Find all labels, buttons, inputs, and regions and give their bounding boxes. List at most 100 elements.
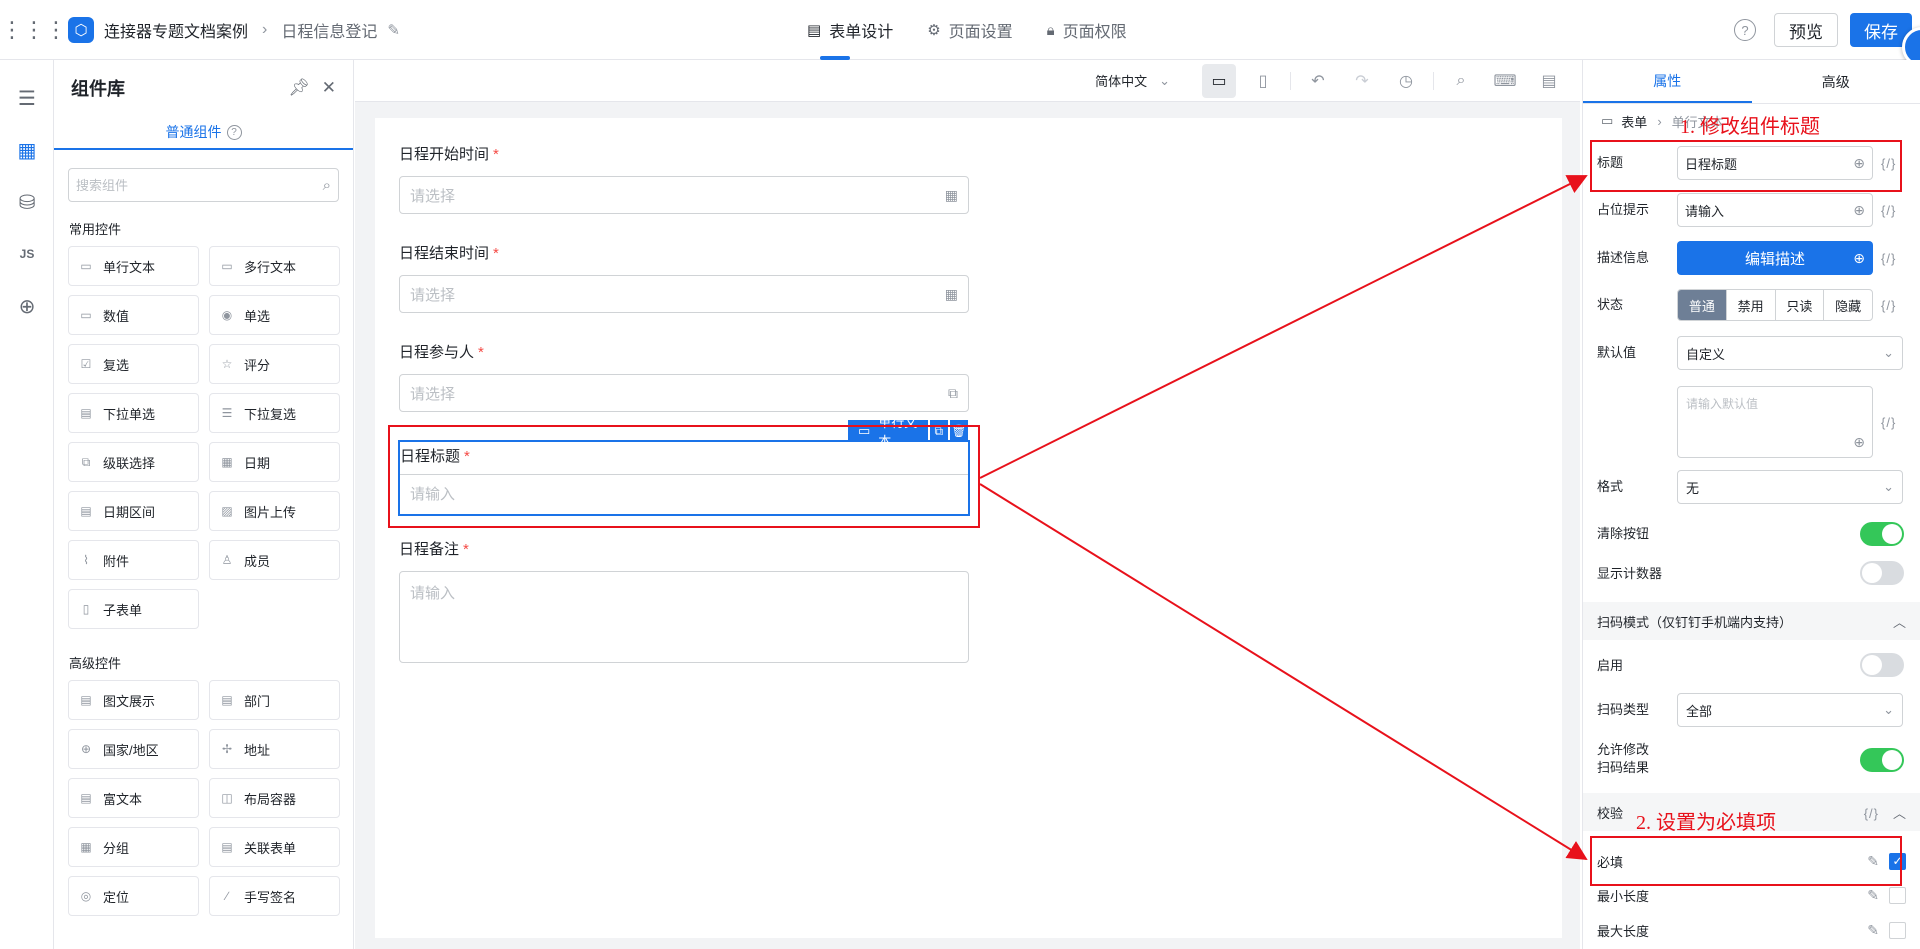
preview-button[interactable]: 预览 [1774,13,1838,47]
min-length-checkbox[interactable] [1889,886,1906,904]
component-search[interactable]: ⌕ [68,168,339,202]
library-tools: 📌︎ ✕ [288,78,336,98]
counter-toggle[interactable] [1860,561,1904,585]
component-item[interactable]: ▯ 子表单 [68,589,199,629]
edit-icon[interactable]: ✎ [1867,887,1879,904]
component-item[interactable]: ☑ 复选 [68,344,199,384]
scan-modify-toggle[interactable] [1860,748,1904,772]
form-field-end-time[interactable]: 日程结束时间 * 请选择 ▦ [399,243,969,313]
component-item[interactable]: ⧉ 级联选择 [68,442,199,482]
component-item[interactable]: ▭ 单行文本 [68,246,199,286]
format-select[interactable]: 无 ⌄ [1677,470,1903,504]
state-hidden-option[interactable]: 隐藏 [1823,290,1872,320]
search-icon[interactable]: ⌕ [323,177,331,194]
help-icon[interactable]: ? [226,124,242,140]
tab-form-design[interactable]: ▤ 表单设计 [790,0,910,60]
component-item[interactable]: ▤ 下拉单选 [68,393,199,433]
js-icon[interactable]: JS [0,228,54,280]
placeholder-input[interactable]: 请输入 ⊕ [1677,193,1873,227]
expression-icon[interactable]: {/} [1881,203,1896,218]
i18n-globe-icon[interactable]: ⊕ [1853,250,1865,267]
scan-mode-group[interactable]: 扫码模式（仅钉钉手机端内支持） ︿ [1583,602,1920,640]
help-icon[interactable]: ? [1734,19,1756,41]
component-item[interactable]: ▨ 图片上传 [209,491,340,531]
clear-button-toggle[interactable] [1860,522,1904,546]
tab-common-components[interactable]: 普通组件? [54,116,353,150]
expression-icon[interactable]: {/} [1864,806,1879,821]
state-normal-option[interactable]: 普通 [1678,290,1726,320]
scan-enable-toggle[interactable] [1860,653,1904,677]
pin-icon[interactable]: 📌︎ [288,78,310,98]
default-value-textarea[interactable]: 请输入默认值 ⊕ [1677,386,1873,458]
form-field-participants[interactable]: 日程参与人 * 请选择 ⧉ [399,342,969,412]
desktop-view-icon[interactable]: ▭ [1202,63,1236,98]
component-item[interactable]: ⊕ 国家/地区 [68,729,199,769]
component-item[interactable]: ▦ 分组 [68,827,199,867]
component-item[interactable]: ♙ 成员 [209,540,340,580]
form-settings-icon[interactable]: ▤ [1532,64,1566,98]
redo-icon[interactable]: ↷ [1345,64,1379,98]
component-item[interactable]: ▤ 图文展示 [68,680,199,720]
edit-description-button[interactable]: 编辑描述 ⊕ [1677,241,1873,275]
max-length-checkbox[interactable] [1889,921,1906,939]
expression-icon[interactable]: {/} [1881,251,1896,266]
state-readonly-option[interactable]: 只读 [1774,290,1824,320]
undo-icon[interactable]: ↶ [1301,64,1335,98]
i18n-globe-icon[interactable]: ⊕ [1853,434,1865,451]
tab-page-permissions[interactable]: 🔒︎ 页面权限 [1030,0,1144,60]
tab-page-settings[interactable]: ⚙ 页面设置 [910,0,1029,60]
toolbar-divider [1290,71,1291,90]
prop-label: 描述信息 [1597,250,1650,265]
app-grid-icon[interactable]: ⋮⋮⋮ [0,0,68,60]
form-field-notes[interactable]: 日程备注 * 请输入 [399,539,969,663]
app-logo-icon: ⬡ [68,16,94,43]
mobile-view-icon[interactable]: ▯ [1246,64,1280,98]
keyboard-icon[interactable]: ⌨ [1488,64,1522,98]
form-field-start-time[interactable]: 日程开始时间 * 请选择 ▦ [399,144,969,214]
search-icon[interactable]: ⌕ [1444,64,1478,98]
language-select[interactable]: 简体中文 ⌄ [1095,71,1170,90]
app-name-breadcrumb[interactable]: 连接器专题文档案例 [104,18,248,42]
component-item[interactable]: ☰ 下拉复选 [209,393,340,433]
crumb-root[interactable]: 表单 [1621,112,1647,131]
component-item[interactable]: ▦ 日期 [209,442,340,482]
component-item[interactable]: ✢ 地址 [209,729,340,769]
component-item[interactable]: ◎ 定位 [68,876,199,916]
component-item[interactable]: ∕ 手写签名 [209,876,340,916]
components-icon[interactable]: ▦ [0,124,54,176]
tab-advanced[interactable]: 高级 [1752,60,1920,103]
component-item[interactable]: ▤ 关联表单 [209,827,340,867]
component-item[interactable]: ▭ 多行文本 [209,246,340,286]
search-input[interactable] [76,177,296,193]
component-item[interactable]: ▭ 数值 [68,295,199,335]
component-item[interactable]: ◫ 布局容器 [209,778,340,818]
textarea-input[interactable]: 请输入 [399,571,969,663]
component-item[interactable]: ⌇ 附件 [68,540,199,580]
canvas-toolbar: 简体中文 ⌄ ▭ ▯ ↶ ↷ ◷ ⌕ ⌨ ▤ [355,60,1580,102]
expression-icon[interactable]: {/} [1881,415,1896,430]
date-picker[interactable]: 请选择 ▦ [399,176,969,214]
member-picker[interactable]: 请选择 ⧉ [399,374,969,412]
datasource-icon[interactable]: ⛁ [0,176,54,228]
date-picker[interactable]: 请选择 ▦ [399,275,969,313]
component-item[interactable]: ▤ 部门 [209,680,340,720]
component-item[interactable]: ▤ 日期区间 [68,491,199,531]
dropdown-multi-icon: ☰ [221,406,233,420]
component-item[interactable]: ◉ 单选 [209,295,340,335]
close-icon[interactable]: ✕ [322,78,336,98]
globe-icon[interactable]: ⊕ [0,280,54,332]
default-value-select[interactable]: 自定义 ⌄ [1677,336,1903,370]
tab-properties[interactable]: 属性 [1583,60,1752,103]
min-length-controls: ✎ [1867,886,1906,904]
edit-name-icon[interactable]: ✎ [387,21,400,39]
state-disabled-option[interactable]: 禁用 [1725,290,1775,320]
component-item[interactable]: ☆ 评分 [209,344,340,384]
edit-icon[interactable]: ✎ [1867,922,1879,939]
scan-type-select[interactable]: 全部 ⌄ [1677,693,1903,727]
i18n-globe-icon[interactable]: ⊕ [1853,202,1865,219]
history-icon[interactable]: ◷ [1389,64,1423,98]
component-item[interactable]: ▤ 富文本 [68,778,199,818]
prop-label: 占位提示 [1597,202,1650,217]
expression-icon[interactable]: {/} [1881,298,1896,313]
outline-icon[interactable]: ☰ [0,72,54,124]
